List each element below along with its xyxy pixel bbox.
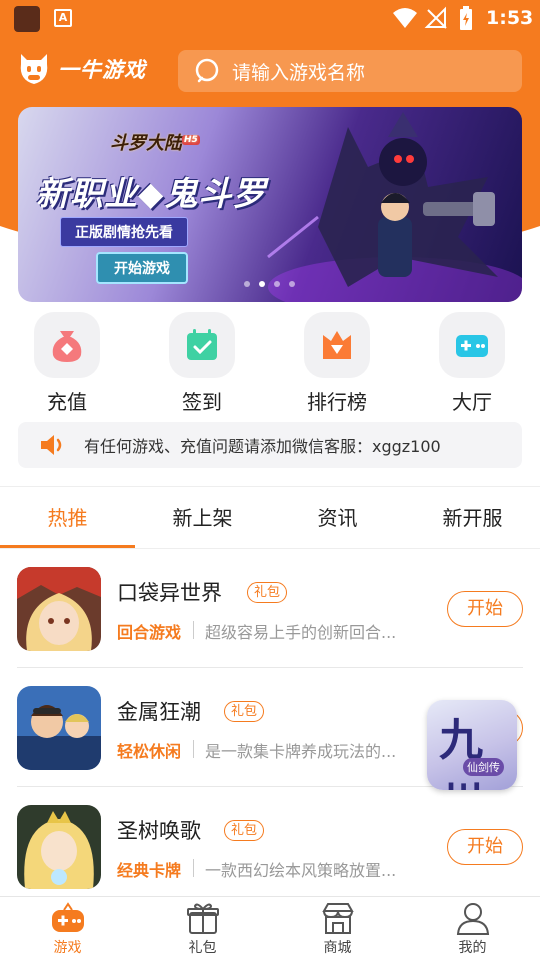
quick-entry-label: 排行榜 bbox=[307, 390, 367, 414]
gift-badge: 礼包 bbox=[224, 820, 265, 841]
nav-gifts[interactable]: 礼包 bbox=[135, 901, 270, 957]
promo-banner[interactable]: 斗罗大陆 H5 新职业◆鬼斗罗 正版剧情抢先看 开始游戏 bbox=[18, 107, 522, 302]
wifi-icon bbox=[393, 8, 417, 28]
notice-text: 有任何游戏、充值问题请添加微信客服：xggz100 bbox=[84, 437, 441, 456]
nav-label: 商城 bbox=[323, 940, 352, 956]
gift-icon bbox=[186, 903, 219, 934]
gamepad-icon bbox=[51, 902, 84, 932]
banner-start-button[interactable]: 开始游戏 bbox=[96, 252, 188, 284]
separator bbox=[193, 621, 194, 639]
nav-label: 我的 bbox=[458, 940, 487, 956]
banner-dot[interactable] bbox=[289, 281, 295, 287]
speaker-icon bbox=[41, 435, 62, 455]
notice-bar[interactable]: 有任何游戏、充值问题请添加微信客服：xggz100 bbox=[18, 422, 522, 468]
gamepad-icon bbox=[456, 335, 488, 357]
separator bbox=[193, 740, 194, 758]
game-row[interactable]: 口袋异世界 礼包 回合游戏 超级容易上手的创新回合... 开始 bbox=[0, 549, 540, 667]
clock: 1:53 bbox=[486, 7, 534, 29]
game-name: 口袋异世界 bbox=[117, 581, 222, 605]
battery-charging-icon bbox=[460, 6, 472, 30]
banner-dot[interactable] bbox=[244, 281, 250, 287]
search-box[interactable]: 请输入游戏名称 bbox=[178, 50, 522, 92]
game-category: 回合游戏 bbox=[117, 623, 182, 642]
game-icon[interactable] bbox=[17, 567, 101, 651]
start-button[interactable]: 开始 bbox=[447, 829, 523, 865]
gift-badge: 礼包 bbox=[247, 582, 288, 603]
banner-game-logo: 斗罗大陆 H5 bbox=[110, 133, 200, 154]
quick-entry-recharge[interactable]: 充值 bbox=[17, 312, 117, 415]
game-art-portrait bbox=[17, 686, 101, 770]
money-bag-icon bbox=[52, 331, 82, 362]
app-notification-icon bbox=[14, 6, 40, 32]
game-description: 超级容易上手的创新回合... bbox=[205, 623, 397, 642]
tab-new-servers[interactable]: 新开服 bbox=[405, 488, 540, 548]
floating-ad-subtitle: 仙剑传 bbox=[463, 758, 504, 776]
game-icon[interactable] bbox=[17, 805, 101, 889]
tab-hot[interactable]: 热推 bbox=[0, 488, 135, 548]
quick-entry-lobby[interactable]: 大厅 bbox=[422, 312, 522, 415]
nav-games[interactable]: 游戏 bbox=[0, 901, 135, 957]
nav-store[interactable]: 商城 bbox=[270, 901, 405, 957]
game-name: 金属狂潮 bbox=[117, 700, 201, 724]
quick-entry-ranking[interactable]: 排行榜 bbox=[287, 312, 387, 415]
separator bbox=[193, 859, 194, 877]
game-art-portrait bbox=[17, 567, 101, 651]
banner-pagination bbox=[244, 281, 295, 287]
no-signal-icon bbox=[424, 6, 447, 29]
user-icon bbox=[456, 903, 489, 935]
nav-mine[interactable]: 我的 bbox=[405, 901, 540, 957]
quick-entry-label: 大厅 bbox=[452, 390, 492, 414]
search-input[interactable]: 请输入游戏名称 bbox=[232, 58, 365, 85]
app-root: A 1:53 一牛游戏 请输入游戏名称 斗罗大陆 H5 新职业◆鬼斗罗 正版剧情… bbox=[0, 0, 540, 960]
game-name: 圣树唤歌 bbox=[117, 819, 201, 843]
banner-headline: 新职业◆鬼斗罗 bbox=[36, 174, 267, 213]
category-tabs: 热推 新上架 资讯 新开服 bbox=[0, 488, 540, 548]
floating-game-ad[interactable]: 九州 仙剑传 bbox=[427, 700, 517, 790]
app-logo: 一牛游戏 bbox=[18, 52, 146, 86]
section-divider bbox=[0, 486, 540, 487]
banner-dot[interactable] bbox=[274, 281, 280, 287]
tab-new[interactable]: 新上架 bbox=[135, 488, 270, 548]
gift-badge: 礼包 bbox=[224, 701, 265, 722]
game-row[interactable]: 圣树唤歌 礼包 经典卡牌 一款西幻绘本风策略放置... 开始 bbox=[0, 787, 540, 905]
cow-logo-icon bbox=[20, 54, 48, 84]
status-bar: A 1:53 bbox=[0, 0, 540, 36]
nav-label: 游戏 bbox=[53, 940, 82, 956]
quick-entries: 充值 签到 排行榜 大厅 bbox=[0, 312, 540, 415]
a-notification-icon: A bbox=[54, 9, 72, 27]
game-category: 经典卡牌 bbox=[117, 861, 182, 880]
quick-entry-label: 签到 bbox=[182, 390, 222, 414]
banner-subtitle: 正版剧情抢先看 bbox=[60, 217, 188, 247]
ranking-diamond-icon bbox=[323, 331, 351, 359]
game-art-portrait bbox=[17, 805, 101, 889]
tab-news[interactable]: 资讯 bbox=[270, 488, 405, 548]
logo-text: 一牛游戏 bbox=[58, 58, 146, 82]
banner-dot-active[interactable] bbox=[259, 281, 265, 287]
game-description: 是一款集卡牌养成玩法的... bbox=[205, 742, 397, 761]
quick-entry-label: 充值 bbox=[47, 390, 87, 414]
bottom-nav: 游戏 礼包 商城 我的 bbox=[0, 896, 540, 960]
start-button[interactable]: 开始 bbox=[447, 591, 523, 627]
search-icon bbox=[195, 58, 219, 83]
calendar-check-icon bbox=[187, 329, 217, 360]
floating-ad-title: 九州 bbox=[439, 715, 483, 790]
game-icon[interactable] bbox=[17, 686, 101, 770]
game-description: 一款西幻绘本风策略放置... bbox=[205, 861, 397, 880]
store-icon bbox=[321, 903, 354, 934]
game-category: 轻松休闲 bbox=[117, 742, 182, 761]
quick-entry-checkin[interactable]: 签到 bbox=[152, 312, 252, 415]
nav-label: 礼包 bbox=[188, 940, 217, 956]
